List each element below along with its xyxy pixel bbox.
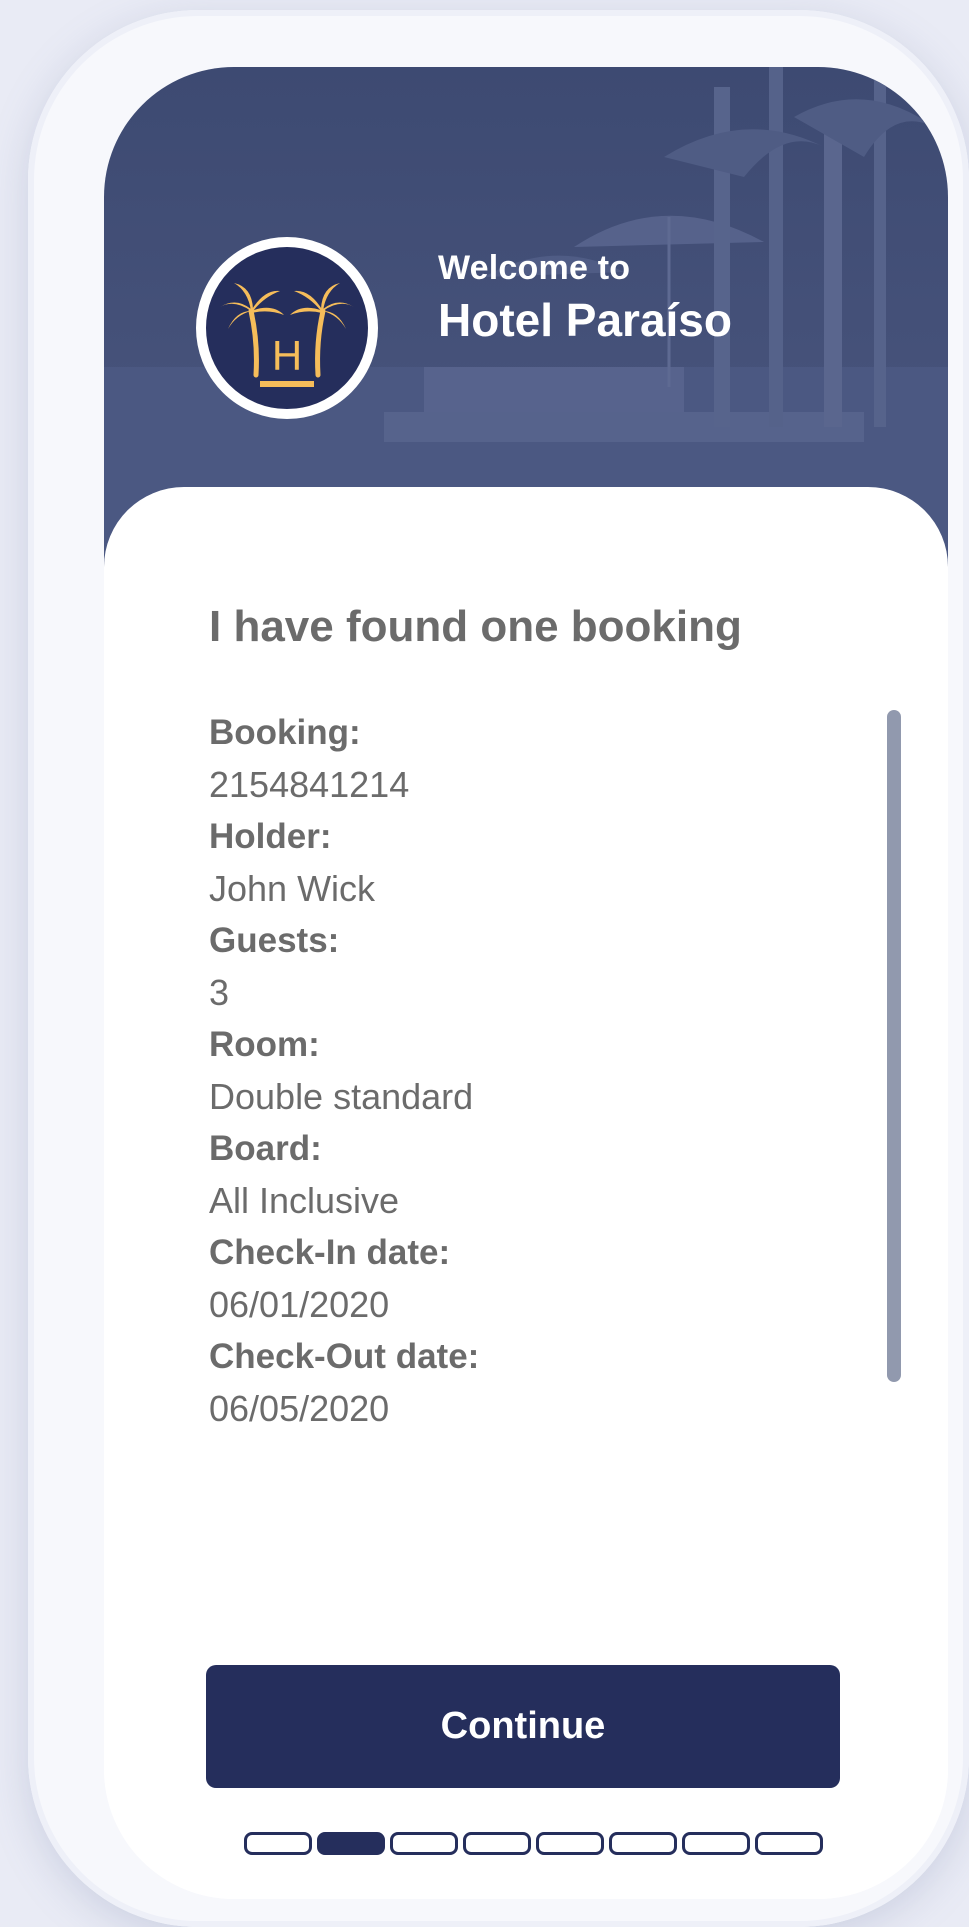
palm-trees-icon: H bbox=[220, 283, 354, 387]
check-out-label: Check-Out date: bbox=[209, 1337, 480, 1376]
hotel-name: Hotel Paraíso bbox=[438, 294, 732, 346]
guests-value: 3 bbox=[209, 972, 230, 1013]
booking-details-list[interactable]: Booking: 2154841214 Holder: John Wick Gu… bbox=[209, 707, 849, 1435]
app-screen: H Welcome to Hotel Paraíso I have found … bbox=[104, 67, 948, 1899]
guests-label: Guests: bbox=[209, 921, 340, 960]
step-indicator bbox=[536, 1832, 604, 1855]
continue-button[interactable]: Continue bbox=[206, 1665, 840, 1788]
step-indicator bbox=[244, 1832, 312, 1855]
booking-found-title: I have found one booking bbox=[209, 602, 742, 651]
check-in-value: 06/01/2020 bbox=[209, 1284, 390, 1325]
phone-frame: H Welcome to Hotel Paraíso I have found … bbox=[28, 10, 969, 1927]
svg-text:H: H bbox=[272, 332, 302, 379]
room-value: Double standard bbox=[209, 1076, 474, 1117]
check-in-label: Check-In date: bbox=[209, 1233, 451, 1272]
hotel-logo: H bbox=[196, 237, 378, 419]
booking-label: Booking: bbox=[209, 713, 361, 752]
step-indicator bbox=[755, 1832, 823, 1855]
room-label: Room: bbox=[209, 1025, 320, 1064]
step-indicator bbox=[682, 1832, 750, 1855]
board-value: All Inclusive bbox=[209, 1180, 400, 1221]
step-indicator bbox=[463, 1832, 531, 1855]
check-out-value: 06/05/2020 bbox=[209, 1388, 390, 1429]
holder-value: John Wick bbox=[209, 868, 376, 909]
board-label: Board: bbox=[209, 1129, 322, 1168]
step-progress-indicator bbox=[244, 1832, 823, 1855]
step-indicator bbox=[390, 1832, 458, 1855]
step-indicator-current bbox=[317, 1832, 385, 1855]
booking-value: 2154841214 bbox=[209, 764, 410, 805]
details-scrollbar[interactable] bbox=[887, 710, 901, 1382]
step-indicator bbox=[609, 1832, 677, 1855]
welcome-line: Welcome to bbox=[438, 249, 631, 287]
holder-label: Holder: bbox=[209, 817, 332, 856]
